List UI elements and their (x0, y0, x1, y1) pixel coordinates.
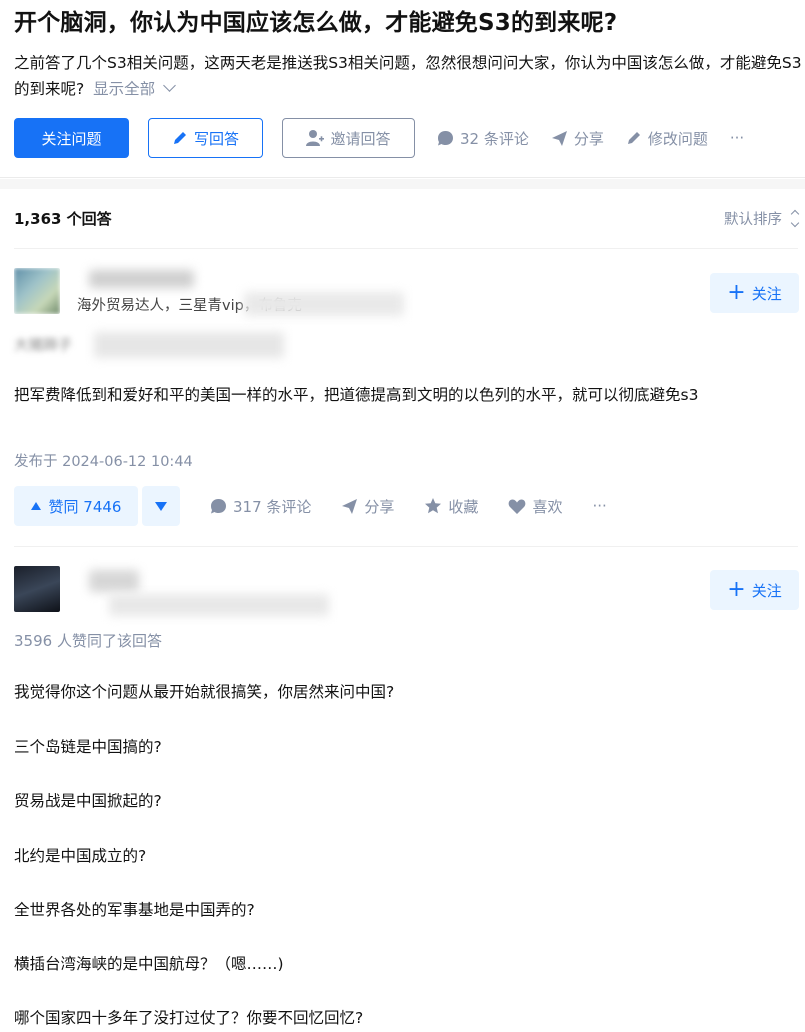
voters-summary: 3596 人赞同了该回答 (14, 632, 162, 650)
answers-header: 1,363 个回答 默认排序 (14, 189, 800, 249)
answer-more-button[interactable]: ··· (592, 497, 606, 515)
share-icon (342, 498, 358, 514)
avatar[interactable] (14, 268, 60, 314)
show-all-label: 显示全部 (93, 80, 156, 98)
question-comments-label: 32 条评论 (460, 129, 529, 148)
answer-paragraph: 我觉得你这个问题从最开始就很搞笑，你居然来问中国? (14, 683, 395, 701)
plus-icon: + (727, 280, 746, 305)
heart-icon (509, 499, 526, 514)
invite-answer-label: 邀请回答 (330, 129, 391, 148)
like-button[interactable]: 喜欢 (508, 496, 562, 517)
collect-button[interactable]: 收藏 (424, 496, 478, 517)
author-name-redacted (89, 270, 194, 288)
like-label: 喜欢 (532, 497, 563, 516)
share-icon (551, 130, 567, 146)
more-options-button[interactable]: ··· (730, 129, 744, 147)
follow-label: 关注 (751, 581, 782, 600)
answer-share-button[interactable]: 分享 (341, 496, 394, 517)
author-sub-redacted: 大猪蹄子 (14, 338, 72, 354)
upvote-label: 赞同 7446 (48, 497, 122, 516)
edit-question-button[interactable]: 修改问题 (626, 128, 708, 149)
bio-redaction (244, 292, 404, 316)
sort-dropdown[interactable]: 默认排序 (724, 208, 800, 229)
section-divider (0, 179, 805, 189)
chevron-down-icon (163, 79, 177, 92)
comment-icon (211, 498, 226, 513)
pencil-icon (173, 132, 186, 144)
answer-actions: 赞同 7446 317 条评论 分享 收藏 喜欢 ··· (14, 486, 607, 526)
avatar[interactable] (14, 566, 60, 612)
answer-paragraph: 哪个国家四十多年了没打过仗了？你要不回忆回忆? (14, 1009, 364, 1027)
downvote-button[interactable] (142, 486, 180, 526)
answer-paragraph: 三个岛链是中国搞的? (14, 738, 162, 756)
collect-label: 收藏 (448, 497, 479, 516)
answer-paragraph: 北约是中国成立的? (14, 847, 147, 865)
question-comments-button[interactable]: 32 条评论 (437, 128, 529, 149)
answer-share-label: 分享 (364, 497, 395, 516)
question-description: 之前答了几个S3相关问题，这两天老是推送我S3相关问题，忽然很想问问大家，你认为… (14, 50, 804, 102)
comment-icon (438, 130, 453, 145)
write-answer-button[interactable]: 写回答 (148, 118, 263, 158)
follow-question-button[interactable]: 关注问题 (14, 118, 129, 158)
answer-card: 海外贸易达人，三星青vip，布鲁克 大猪蹄子 + 关注 把军费降低到和爱好和平的… (14, 268, 799, 538)
upvote-button[interactable]: 赞同 7446 (14, 486, 138, 526)
follow-label: 关注 (751, 284, 782, 303)
sort-arrows-icon (790, 209, 800, 228)
question-actions: 关注问题 写回答 邀请回答 32 条评论 分享 修改问题 ··· (14, 118, 744, 158)
answer-comments-button[interactable]: 317 条评论 (210, 496, 311, 517)
pencil-icon (627, 132, 640, 144)
question-share-button[interactable]: 分享 (551, 128, 604, 149)
follow-author-button[interactable]: + 关注 (710, 273, 799, 313)
show-all-link[interactable]: 显示全部 (93, 79, 177, 98)
edit-question-label: 修改问题 (647, 129, 708, 148)
write-answer-label: 写回答 (193, 129, 239, 148)
follow-author-button[interactable]: + 关注 (710, 570, 799, 610)
triangle-up-icon (30, 502, 41, 510)
author-name-redacted (89, 570, 139, 592)
invite-answer-button[interactable]: 邀请回答 (282, 118, 415, 158)
sub-redaction (94, 332, 284, 358)
question-title[interactable]: 开个脑洞，你认为中国应该怎么做，才能避免S3的到来呢? (14, 8, 791, 38)
bio-redaction (109, 594, 329, 616)
answer-comments-label: 317 条评论 (233, 497, 312, 516)
answer-paragraph: 横插台湾海峡的是中国航母？（嗯……) (14, 955, 284, 973)
answer-content: 把军费降低到和爱好和平的美国一样的水平，把道德提高到文明的以色列的水平，就可以彻… (14, 386, 699, 404)
star-icon (425, 498, 442, 514)
answer-divider (14, 546, 798, 547)
answer-card: + 关注 3596 人赞同了该回答 我觉得你这个问题从最开始就很搞笑，你居然来问… (14, 566, 799, 1032)
publish-time[interactable]: 发布于 2024-06-12 10:44 (14, 450, 193, 471)
answers-count: 1,363 个回答 (14, 210, 112, 228)
answer-paragraph: 全世界各处的军事基地是中国弄的? (14, 901, 255, 919)
triangle-down-icon (155, 501, 167, 511)
answer-paragraph: 贸易战是中国掀起的? (14, 792, 162, 810)
add-user-icon (306, 130, 325, 146)
plus-icon: + (727, 577, 746, 602)
sort-label: 默认排序 (724, 212, 782, 228)
question-share-label: 分享 (573, 129, 604, 148)
